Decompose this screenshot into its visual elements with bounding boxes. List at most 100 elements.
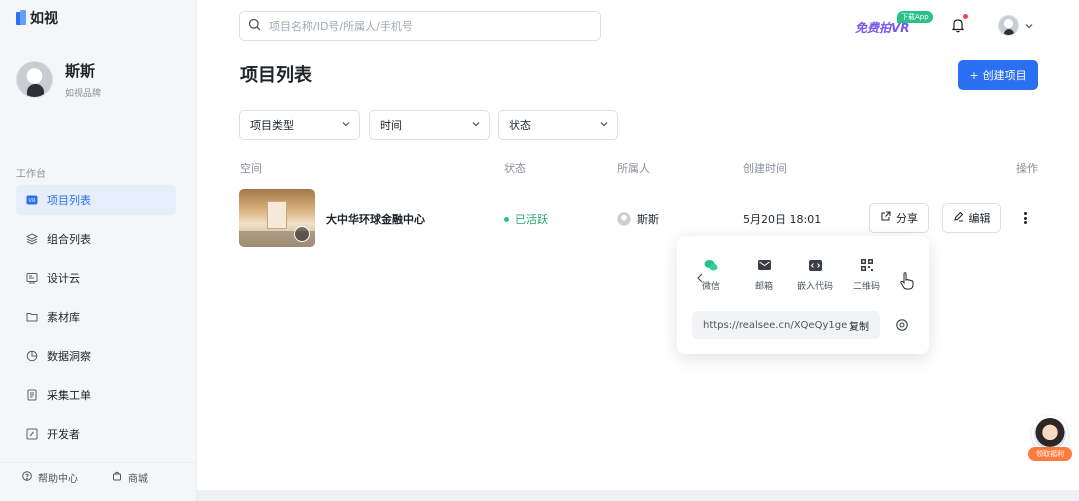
status-filter[interactable]: 状态 [498,110,618,140]
svg-text:VR: VR [29,198,36,204]
app-logo[interactable]: 如视 [16,8,58,28]
share-link-text: https://realsee.cn/XQeQy1ge [703,319,848,331]
share-option-label: 二维码 [853,282,881,292]
document-icon [26,389,38,401]
create-project-label: 创建项目 [982,69,1027,82]
sidebar-item-label: 采集工单 [47,389,91,402]
wechat-icon [704,258,718,272]
edit-label: 编辑 [968,212,991,225]
profile-subtitle: 如视品牌 [65,89,102,99]
help-icon [22,471,32,484]
share-icon [880,211,891,225]
folder-icon [26,311,38,323]
sidebar-footer: 帮助中心 商城 [0,462,197,492]
bell-icon[interactable] [950,17,966,33]
notification-dot [963,14,968,19]
sidebar-item-collection-order[interactable]: 采集工单 [16,380,176,410]
design-icon [26,272,38,284]
edit-icon [953,211,964,225]
sidebar-item-label: 素材库 [47,311,80,324]
create-project-button[interactable]: + 创建项目 [958,60,1038,90]
user-profile[interactable]: 斯斯 如视品牌 [16,60,101,99]
column-header-actions: 操作 [1016,162,1038,175]
project-name[interactable]: 大中华环球金融中心 [326,211,425,227]
shopping-bag-icon [112,471,122,484]
user-avatar-menu[interactable] [998,15,1019,36]
status-badge: 已活跃 [504,211,548,227]
search-box[interactable] [239,11,601,41]
filter-label: 时间 [380,119,402,132]
sidebar-item-data-insight[interactable]: 数据洞察 [16,341,176,371]
support-assistant-widget[interactable]: 领取福利 [1028,416,1072,464]
horizontal-scrollbar[interactable] [197,490,1079,501]
sidebar-item-label: 组合列表 [47,233,91,246]
mail-icon [757,258,771,272]
sidebar-item-label: 开发者 [47,428,80,441]
column-header-created: 创建时间 [743,162,787,175]
avatar [16,61,53,98]
created-time: 5月20日 18:01 [743,213,822,226]
sidebar: 如视 斯斯 如视品牌 工作台 VR 项目列表 组合列表 设计云 素材库 数据洞察… [0,0,197,501]
sidebar-item-asset-library[interactable]: 素材库 [16,302,176,332]
pie-chart-icon [26,350,38,362]
app-name: 如视 [30,11,58,27]
help-center-label: 帮助中心 [38,474,78,485]
owner-cell: 斯斯 [617,211,659,227]
vr-icon: VR [26,194,38,206]
share-option-label: 嵌入代码 [797,282,834,292]
section-label: 工作台 [16,169,46,180]
share-option-embed-code[interactable]: 嵌入代码 [797,258,833,292]
filter-label: 状态 [509,119,531,132]
download-app-badge[interactable]: 下载App [897,11,933,23]
sidebar-item-label: 项目列表 [47,194,91,207]
sidebar-item-label: 设计云 [47,272,80,285]
sidebar-item-label: 数据洞察 [47,350,91,363]
share-option-label: 邮箱 [755,282,774,292]
store-link[interactable]: 商城 [112,470,148,485]
sidebar-item-developer[interactable]: 开发者 [16,419,176,449]
profile-name: 斯斯 [65,62,96,80]
column-header-owner: 所属人 [617,162,650,175]
column-header-status: 状态 [504,162,526,175]
store-label: 商城 [128,474,148,485]
owner-name: 斯斯 [637,213,659,226]
project-thumbnail[interactable] [239,189,315,247]
code-icon [26,428,38,440]
status-text: 已活跃 [515,213,548,226]
logo-icon [16,10,26,26]
edit-button[interactable]: 编辑 [942,203,1001,233]
help-center-link[interactable]: 帮助中心 [22,470,78,485]
time-filter[interactable]: 时间 [369,110,490,140]
sidebar-item-combo-list[interactable]: 组合列表 [16,224,176,254]
sidebar-nav: VR 项目列表 组合列表 设计云 素材库 数据洞察 采集工单 开发者 [16,185,176,458]
share-option-wechat[interactable]: 微信 [702,258,720,292]
sidebar-item-project-list[interactable]: VR 项目列表 [16,185,176,215]
avatar [617,212,631,226]
copy-link-button[interactable]: 复制 [849,311,869,339]
search-input[interactable] [269,19,589,33]
share-label: 分享 [896,212,918,225]
preview-icon[interactable] [895,318,909,332]
qr-code-icon [860,258,874,272]
project-type-filter[interactable]: 项目类型 [239,110,360,140]
layers-icon [26,233,38,245]
status-dot [504,216,509,222]
embed-code-icon [808,258,822,272]
share-option-qr-code[interactable]: 二维码 [853,258,880,292]
claim-benefits-tag[interactable]: 领取福利 [1028,447,1072,461]
chevron-down-icon [599,119,609,132]
plus-icon: + [969,68,979,82]
share-option-label: 微信 [702,282,721,292]
vr-badge-icon [294,226,310,242]
chevron-down-icon [341,119,351,132]
search-icon [248,18,261,34]
sidebar-item-design-cloud[interactable]: 设计云 [16,263,176,293]
more-options-button[interactable] [1018,210,1032,226]
share-option-email[interactable]: 邮箱 [755,258,773,292]
page-title: 项目列表 [240,65,312,86]
chevron-down-icon[interactable] [1024,20,1034,30]
filter-label: 项目类型 [250,119,294,132]
hand-cursor-icon [899,272,915,290]
share-button[interactable]: 分享 [869,203,929,233]
chevron-down-icon [471,119,481,132]
